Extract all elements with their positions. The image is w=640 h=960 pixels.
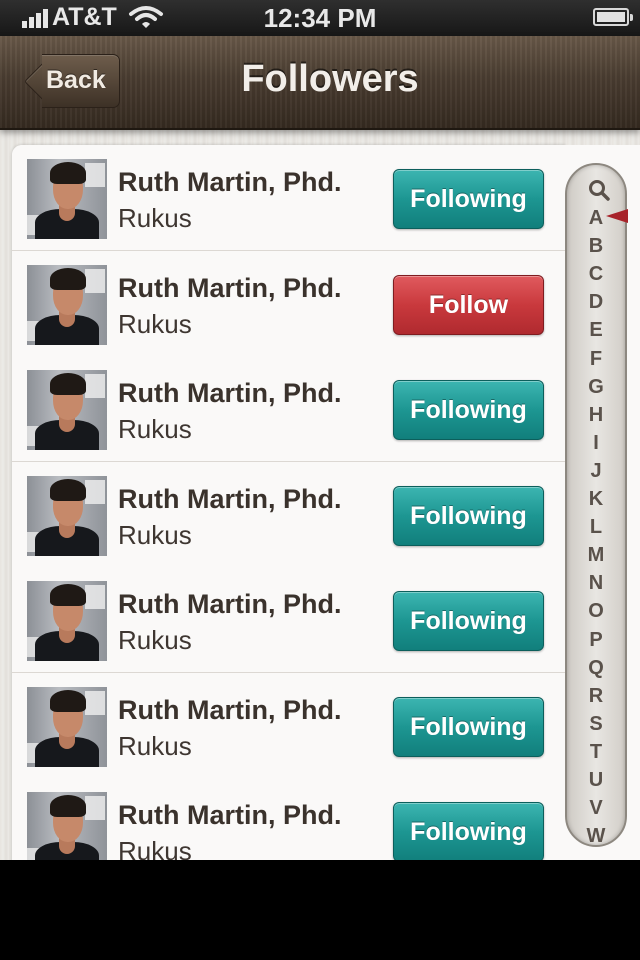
index-letter[interactable]: L [567,516,625,539]
follower-name: Ruth Martin, Phd. [118,483,342,514]
following-button[interactable]: Following [393,169,544,229]
avatar[interactable] [27,370,107,450]
following-button[interactable]: Following [393,802,544,860]
follower-row[interactable]: Ruth Martin, Phd. Rukus Following [12,145,565,251]
index-letter[interactable]: R [567,685,625,708]
following-button[interactable]: Following [393,696,544,757]
index-letter[interactable]: T [567,741,625,764]
follower-name: Ruth Martin, Phd. [118,272,342,303]
follower-row[interactable]: Ruth Martin, Phd. Rukus Following [12,356,565,462]
index-letter[interactable]: J [567,460,625,483]
follower-row[interactable]: Ruth Martin, Phd. Rukus Following [12,567,565,673]
index-letter[interactable]: D [567,291,625,314]
search-icon[interactable] [588,179,610,201]
follower-handle: Rukus [118,836,192,860]
followers-list[interactable]: Ruth Martin, Phd. Rukus Following Ruth Mart… [12,145,565,860]
index-letter[interactable]: O [567,600,625,623]
index-letter[interactable]: Q [567,657,625,680]
follower-row[interactable]: Ruth Martin, Phd. Rukus Follow [12,250,565,357]
follower-handle: Rukus [118,203,192,233]
follower-handle: Rukus [118,730,192,761]
index-letter[interactable]: G [567,376,625,399]
page-title: Followers [241,58,419,100]
index-letter[interactable]: M [567,544,625,567]
index-selection-marker [606,209,628,223]
follower-name: Ruth Martin, Phd. [118,167,342,197]
avatar[interactable] [27,581,107,661]
index-letter[interactable]: K [567,488,625,511]
avatar[interactable] [27,686,107,767]
index-letter[interactable]: C [567,263,625,286]
index-letter[interactable]: H [567,404,625,427]
follower-name: Ruth Martin, Phd. [118,694,342,725]
index-letter[interactable]: N [567,572,625,595]
follower-name: Ruth Martin, Phd. [118,378,342,408]
follower-row[interactable]: Ruth Martin, Phd. Rukus Following [12,778,565,860]
avatar[interactable] [27,792,107,860]
follower-handle: Rukus [118,308,192,339]
follower-name: Ruth Martin, Phd. [118,800,342,830]
follower-row[interactable]: Ruth Martin, Phd. Rukus Following [12,461,565,568]
battery-icon [593,8,633,26]
screen: AT&T 12:34 PM Back Followers Ruth Martin… [0,0,640,860]
index-letter[interactable]: I [567,432,625,455]
index-letter[interactable]: S [567,713,625,736]
follower-handle: Rukus [118,414,192,444]
avatar[interactable] [27,475,107,556]
avatar[interactable] [27,264,107,345]
clock-label: 12:34 PM [263,3,377,33]
index-letter[interactable]: P [567,629,625,652]
following-button[interactable]: Following [393,591,544,651]
navigation-bar: Back Followers [0,36,640,130]
follower-handle: Rukus [118,625,192,655]
following-button[interactable]: Following [393,380,544,440]
index-letter[interactable]: V [567,797,625,820]
status-bar: AT&T 12:34 PM [0,0,640,36]
follower-handle: Rukus [118,519,192,550]
index-letter[interactable]: E [567,319,625,342]
follow-button[interactable]: Follow [393,274,544,335]
following-button[interactable]: Following [393,485,544,546]
index-letter[interactable]: W [567,825,625,848]
index-letter[interactable]: B [567,235,625,258]
index-letter[interactable]: F [567,348,625,371]
index-letter[interactable]: U [567,769,625,792]
avatar[interactable] [27,159,107,239]
follower-row[interactable]: Ruth Martin, Phd. Rukus Following [12,672,565,779]
alphabet-index[interactable]: ABCDEFGHIJKLMNOPQRSTUVW [565,163,627,847]
follower-name: Ruth Martin, Phd. [118,589,342,619]
